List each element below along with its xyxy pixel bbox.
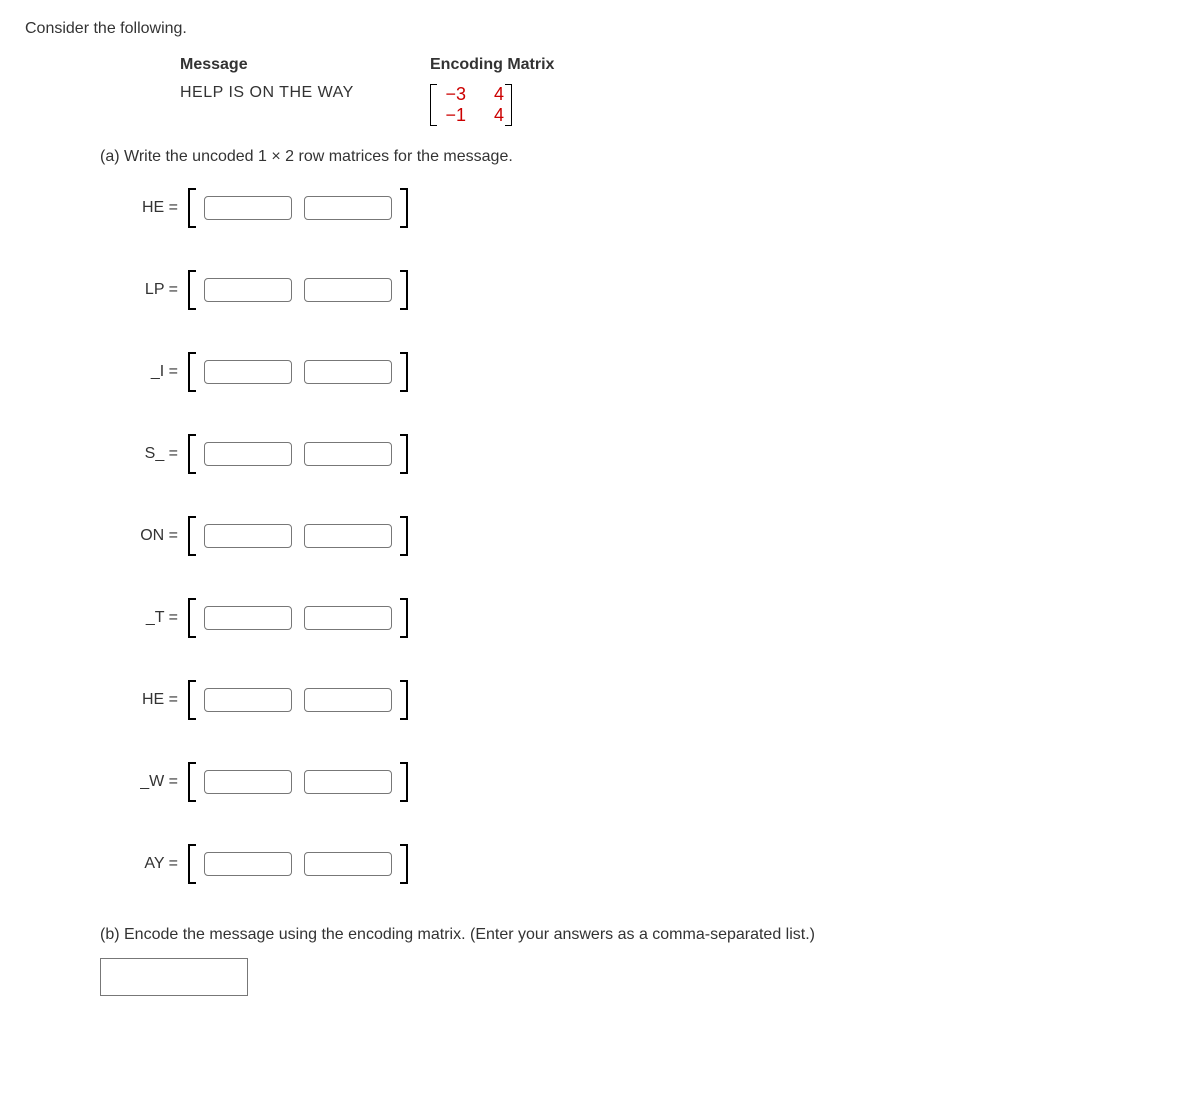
row-matrix-bracket xyxy=(188,188,408,228)
matrix-entry-input[interactable] xyxy=(304,606,392,630)
row-matrix-bracket xyxy=(188,844,408,884)
row-label: _T = xyxy=(120,609,178,627)
matrix-entry-input[interactable] xyxy=(304,196,392,220)
row-label: S_ = xyxy=(120,445,178,463)
matrix-row: _I = xyxy=(120,352,1175,392)
row-label: _W = xyxy=(120,773,178,791)
part-a-prompt: (a) Write the uncoded 1 × 2 row matrices… xyxy=(100,148,1175,166)
row-label: HE = xyxy=(120,691,178,709)
matrix-entry-input[interactable] xyxy=(304,278,392,302)
matrix-entry-input[interactable] xyxy=(304,442,392,466)
matrix-entry-input[interactable] xyxy=(204,770,292,794)
matrix-cell: −3 xyxy=(438,84,466,105)
row-matrix-bracket xyxy=(188,516,408,556)
row-matrix-bracket xyxy=(188,762,408,802)
matrix-row: HE = xyxy=(120,188,1175,228)
matrix-row: LP = xyxy=(120,270,1175,310)
row-label: ON = xyxy=(120,527,178,545)
matrix-entry-input[interactable] xyxy=(204,360,292,384)
part-a: (a) Write the uncoded 1 × 2 row matrices… xyxy=(100,148,1175,884)
matrix-row: HE = xyxy=(120,680,1175,720)
encoded-answer-input[interactable] xyxy=(100,958,248,996)
matrix-cell: 4 xyxy=(476,84,504,105)
row-matrices-container: HE = LP = _I = S_ = xyxy=(120,188,1175,884)
matrix-entry-input[interactable] xyxy=(304,360,392,384)
problem-header: Message HELP IS ON THE WAY Encoding Matr… xyxy=(180,56,1175,126)
row-matrix-bracket xyxy=(188,680,408,720)
matrix-entry-input[interactable] xyxy=(204,852,292,876)
matrix-row: S_ = xyxy=(120,434,1175,474)
matrix-row: _T = xyxy=(120,598,1175,638)
matrix-entry-input[interactable] xyxy=(204,688,292,712)
row-label: HE = xyxy=(120,199,178,217)
matrix-entry-input[interactable] xyxy=(204,524,292,548)
row-label: _I = xyxy=(120,363,178,381)
encoding-matrix: −3 4 −1 4 xyxy=(430,84,512,126)
encoding-heading: Encoding Matrix xyxy=(430,56,680,74)
matrix-cell: 4 xyxy=(476,105,504,126)
matrix-entry-input[interactable] xyxy=(304,852,392,876)
matrix-cell: −1 xyxy=(438,105,466,126)
matrix-entry-input[interactable] xyxy=(204,606,292,630)
matrix-entry-input[interactable] xyxy=(204,442,292,466)
matrix-entry-input[interactable] xyxy=(204,278,292,302)
matrix-row: AY = xyxy=(120,844,1175,884)
matrix-row: ON = xyxy=(120,516,1175,556)
row-matrix-bracket xyxy=(188,434,408,474)
matrix-row: _W = xyxy=(120,762,1175,802)
row-matrix-bracket xyxy=(188,598,408,638)
row-label: AY = xyxy=(120,855,178,873)
matrix-entry-input[interactable] xyxy=(304,770,392,794)
row-matrix-bracket xyxy=(188,270,408,310)
intro-text: Consider the following. xyxy=(25,20,1175,38)
matrix-entry-input[interactable] xyxy=(304,688,392,712)
message-heading: Message xyxy=(180,56,430,74)
row-matrix-bracket xyxy=(188,352,408,392)
matrix-entry-input[interactable] xyxy=(304,524,392,548)
message-text: HELP IS ON THE WAY xyxy=(180,84,430,102)
matrix-entry-input[interactable] xyxy=(204,196,292,220)
part-b-prompt: (b) Encode the message using the encodin… xyxy=(100,926,1175,944)
part-b: (b) Encode the message using the encodin… xyxy=(100,926,1175,996)
row-label: LP = xyxy=(120,281,178,299)
